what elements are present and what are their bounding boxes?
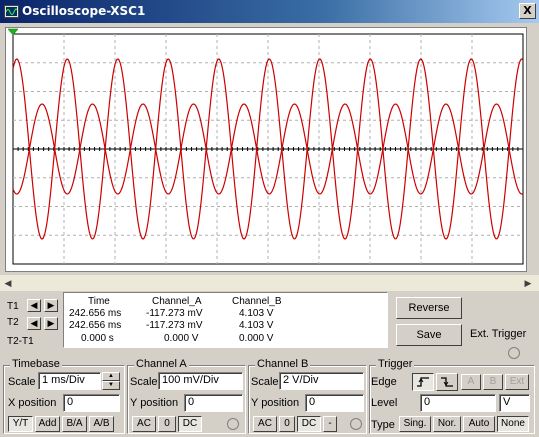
- header-time: Time: [88, 296, 110, 307]
- scroll-left-icon[interactable]: ◀: [2, 277, 14, 289]
- oscilloscope-window: Oscilloscope-XSC1 X ◀ ▶ T1 T2 T2-T1 ◀ ▶ …: [0, 0, 539, 437]
- t1-right-arrow-icon[interactable]: ▶: [44, 299, 58, 312]
- channel-a-scale-input[interactable]: 100 mV/Div: [158, 372, 243, 390]
- window-title: Oscilloscope-XSC1: [22, 4, 146, 18]
- timebase-scale-down-icon[interactable]: ▼: [102, 381, 120, 390]
- reverse-button[interactable]: Reverse: [396, 297, 462, 319]
- t2-right-arrow-icon[interactable]: ▶: [44, 317, 58, 330]
- trigger-title: Trigger: [376, 358, 415, 370]
- diff-channel-a: 0.000 V: [164, 333, 199, 344]
- diff-time: 0.000 s: [81, 333, 114, 344]
- trigger-edge-label: Edge: [371, 376, 397, 388]
- mode-add-button[interactable]: Add: [35, 416, 60, 432]
- trigger-level-label: Level: [371, 397, 398, 409]
- mode-yt-button[interactable]: Y/T: [8, 416, 33, 432]
- title-bar[interactable]: Oscilloscope-XSC1 X: [0, 0, 539, 23]
- timebase-scale-up-icon[interactable]: ▲: [102, 372, 120, 381]
- scroll-right-icon[interactable]: ▶: [522, 277, 534, 289]
- channel-a-ypos-input[interactable]: 0: [184, 394, 243, 412]
- oscilloscope-screen[interactable]: [5, 27, 527, 272]
- channel-a-zero-button[interactable]: 0: [158, 416, 176, 432]
- channel-a-terminal[interactable]: [227, 418, 239, 430]
- rising-edge-icon[interactable]: [412, 373, 434, 391]
- trigger-auto-button[interactable]: Auto: [463, 416, 495, 432]
- header-channel-a: Channel_A: [152, 296, 202, 307]
- ext-trigger-terminal[interactable]: [508, 347, 520, 359]
- header-channel-b: Channel_B: [232, 296, 282, 307]
- trigger-none-button[interactable]: None: [497, 416, 529, 432]
- diff-channel-b: 0.000 V: [239, 333, 274, 344]
- cursor-readout-panel: Time Channel_A Channel_B 242.656 ms -117…: [63, 292, 388, 348]
- save-button[interactable]: Save: [396, 324, 462, 346]
- t1-channel-a: -117.273 mV: [146, 308, 203, 319]
- t2-label: T2: [7, 317, 19, 328]
- t2-channel-b: 4.103 V: [239, 320, 274, 331]
- t2-channel-a: -117.273 mV: [146, 320, 203, 331]
- x-position-input[interactable]: 0: [63, 394, 120, 412]
- channel-a-scale-label: Scale: [130, 376, 158, 388]
- channel-b-zero-button[interactable]: 0: [279, 416, 295, 432]
- waveform-display: [6, 28, 526, 271]
- timebase-scale-label: Scale: [8, 376, 36, 388]
- ext-trigger-label: Ext. Trigger: [470, 328, 527, 340]
- channel-a-dc-button[interactable]: DC: [178, 416, 202, 432]
- channel-b-ac-button[interactable]: AC: [253, 416, 277, 432]
- trigger-normal-button[interactable]: Nor.: [433, 416, 461, 432]
- trigger-level-input[interactable]: 0: [420, 394, 496, 412]
- channel-b-ypos-label: Y position: [251, 397, 300, 409]
- timebase-title: Timebase: [10, 358, 62, 370]
- t1-left-arrow-icon[interactable]: ◀: [27, 299, 41, 312]
- channel-b-dc-button[interactable]: DC: [297, 416, 321, 432]
- channel-b-ypos-input[interactable]: 0: [305, 394, 364, 412]
- trigger-type-label: Type: [371, 419, 395, 431]
- t1-label: T1: [7, 301, 19, 312]
- trigger-source-a-button[interactable]: A: [461, 374, 481, 390]
- oscilloscope-icon: [4, 5, 19, 18]
- channel-a-ypos-label: Y position: [130, 397, 179, 409]
- mode-ab-button[interactable]: A/B: [89, 416, 114, 432]
- trigger-source-ext-button[interactable]: Ext: [505, 374, 529, 390]
- mode-ba-button[interactable]: B/A: [62, 416, 87, 432]
- trigger-level-unit[interactable]: V: [499, 394, 530, 412]
- channel-b-terminal[interactable]: [350, 418, 362, 430]
- close-button[interactable]: X: [519, 3, 536, 19]
- channel-b-scale-label: Scale: [251, 376, 279, 388]
- trigger-single-button[interactable]: Sing.: [399, 416, 431, 432]
- trigger-source-b-button[interactable]: B: [483, 374, 503, 390]
- center-axis-ticks: [12, 147, 524, 151]
- channel-a-ac-button[interactable]: AC: [132, 416, 156, 432]
- t2-left-arrow-icon[interactable]: ◀: [27, 317, 41, 330]
- t1-channel-b: 4.103 V: [239, 308, 274, 319]
- channel-b-scale-input[interactable]: 2 V/Div: [279, 372, 364, 390]
- timebase-scale-input[interactable]: 1 ms/Div: [38, 372, 101, 390]
- t1-time: 242.656 ms: [69, 308, 122, 319]
- t2-time: 242.656 ms: [69, 320, 122, 331]
- channel-b-invert-button[interactable]: -: [323, 416, 337, 432]
- channel-a-title: Channel A: [134, 358, 189, 370]
- horizontal-scrollbar[interactable]: ◀ ▶: [0, 275, 539, 291]
- t2-t1-label: T2-T1: [7, 336, 34, 347]
- channel-b-title: Channel B: [255, 358, 311, 370]
- falling-edge-icon[interactable]: [436, 373, 458, 391]
- x-position-label: X position: [8, 397, 57, 409]
